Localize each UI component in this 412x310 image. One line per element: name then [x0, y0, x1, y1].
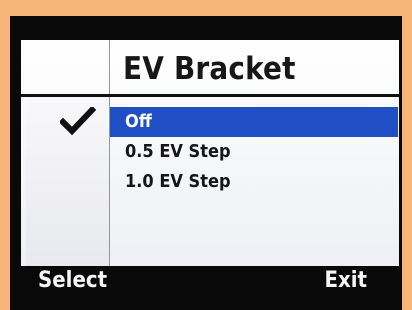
option-0-5-ev-step[interactable]: 0.5 EV Step: [110, 137, 398, 167]
option-1-0-ev-step[interactable]: 1.0 EV Step: [110, 167, 398, 197]
option-label: Off: [125, 111, 152, 132]
softkey-bar: Select Exit: [24, 266, 402, 296]
header-divider: [21, 94, 399, 97]
exit-softkey[interactable]: Exit: [324, 268, 367, 294]
checkmark-icon: [60, 107, 96, 136]
menu-title: EV Bracket: [123, 51, 296, 87]
option-label: 1.0 EV Step: [125, 171, 231, 192]
option-off[interactable]: Off: [110, 107, 398, 137]
ev-bracket-options: Off 0.5 EV Step 1.0 EV Step: [110, 107, 398, 197]
select-softkey[interactable]: Select: [38, 268, 107, 294]
option-label: 0.5 EV Step: [125, 141, 231, 162]
